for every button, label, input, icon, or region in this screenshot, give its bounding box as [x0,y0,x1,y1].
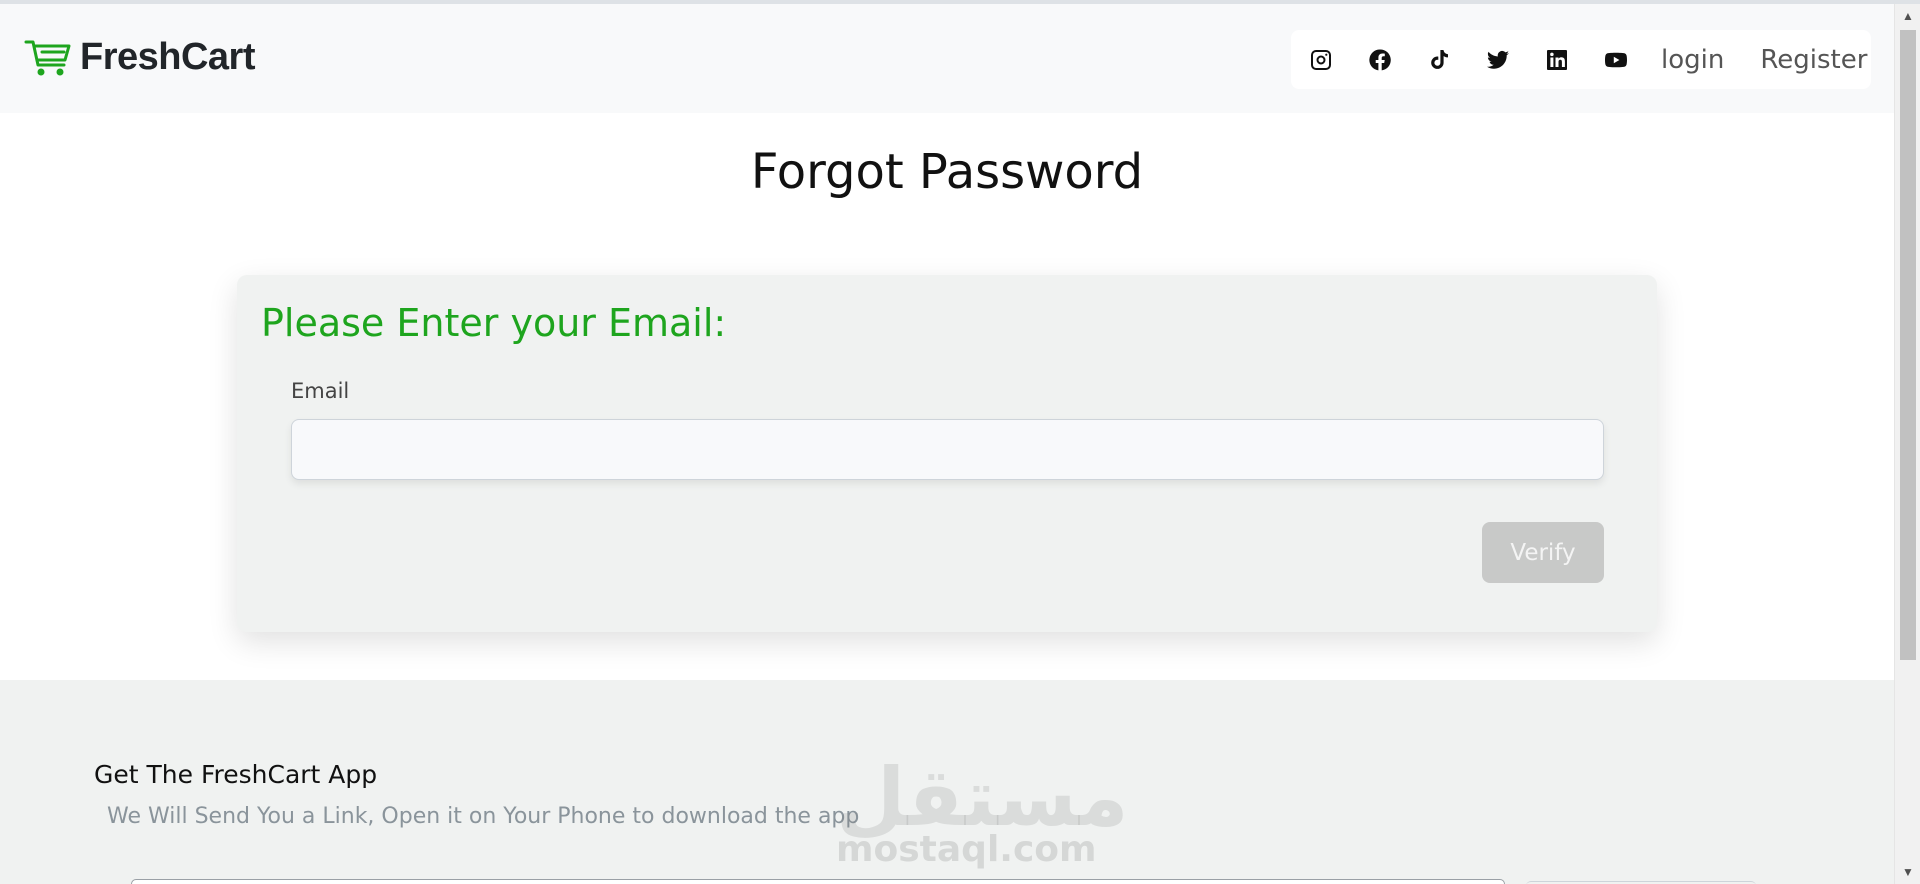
brand-name: FreshCart [80,36,256,78]
nav-links: login Register [1291,30,1871,89]
scroll-down-arrow-icon[interactable]: ▼ [1895,860,1920,884]
page-title: Forgot Password [750,144,1144,200]
footer-subtitle: We Will Send You a Link, Open it on Your… [107,804,860,829]
twitter-icon[interactable] [1484,46,1512,74]
watermark-latin: mostaql.com [836,829,1097,870]
shopping-cart-icon [24,40,71,75]
verify-button[interactable]: Verify [1482,522,1604,583]
email-field[interactable] [291,419,1604,480]
scroll-thumb[interactable] [1900,30,1916,660]
forgot-password-card: Please Enter your Email: Email Verify [237,275,1657,632]
scroll-up-arrow-icon[interactable]: ▲ [1895,4,1920,28]
page: FreshCart login Register Forgot Password… [0,4,1894,884]
watermark: مستقل mostaql.com [836,751,1129,870]
footer-email-input[interactable] [131,879,1505,884]
linkedin-icon[interactable] [1543,46,1571,74]
card-heading: Please Enter your Email: [261,301,727,345]
email-label: Email [291,379,350,403]
watermark-arabic: مستقل [836,751,1129,844]
footer-title: Get The FreshCart App [94,760,378,789]
brand-logo-link[interactable]: FreshCart [24,36,256,79]
vertical-scrollbar[interactable]: ▲ ▼ [1894,4,1920,884]
register-link[interactable]: Register [1760,45,1867,75]
instagram-icon[interactable] [1307,46,1335,74]
login-link[interactable]: login [1661,45,1724,75]
youtube-icon[interactable] [1602,46,1630,74]
facebook-icon[interactable] [1366,46,1394,74]
navbar: FreshCart login Register [0,4,1894,113]
tiktok-icon[interactable] [1425,46,1453,74]
